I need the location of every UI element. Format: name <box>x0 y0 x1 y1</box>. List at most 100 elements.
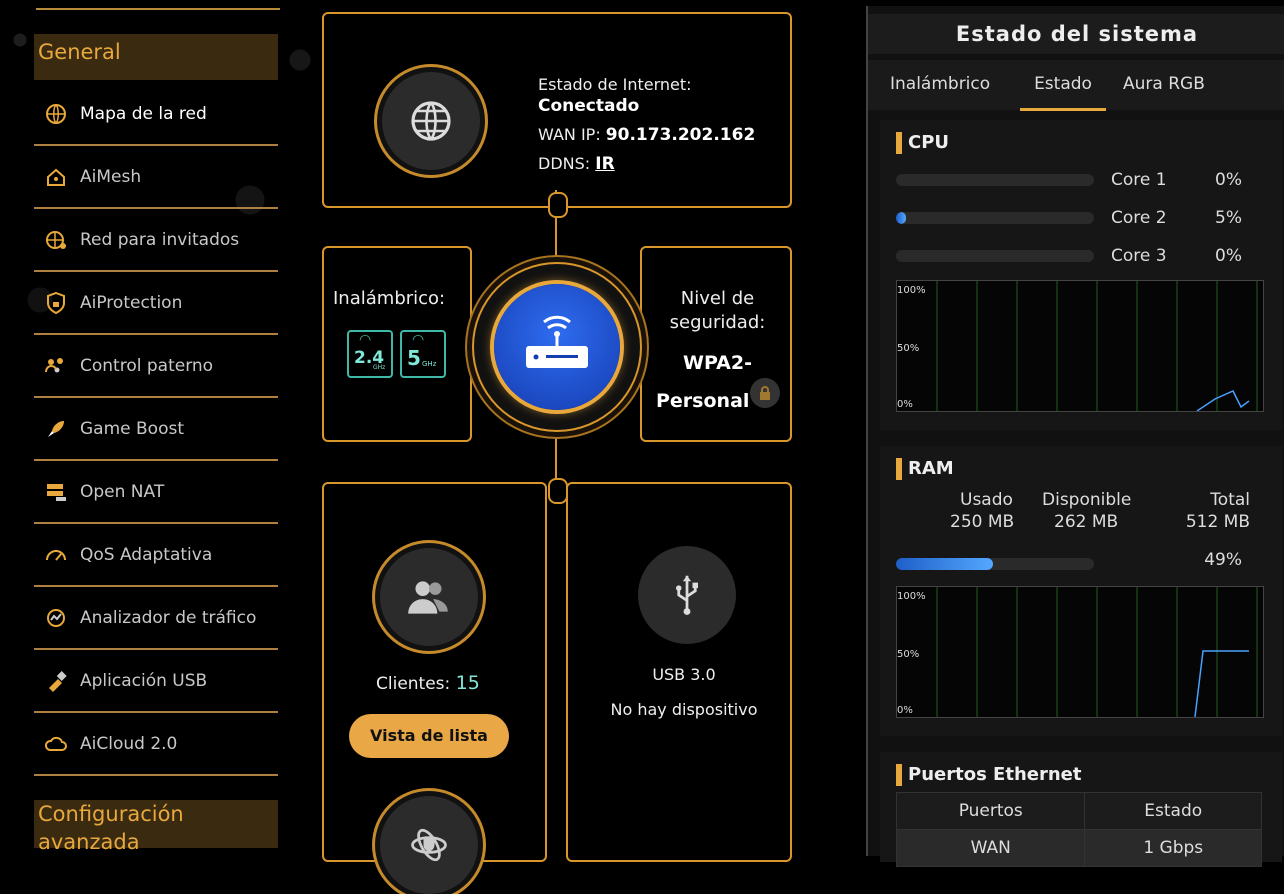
wifi-5g-unit: GHz <box>422 360 437 368</box>
tab-wireless[interactable]: Inalámbrico <box>890 60 990 108</box>
wifi-2g-button[interactable]: ◠ 2.4 GHz <box>347 330 393 378</box>
sidebar-header-advanced: Configuración avanzada <box>34 800 278 854</box>
ports-header-row: Puertos Estado <box>895 792 1262 830</box>
sidebar-item-label: Open NAT <box>80 482 165 502</box>
connector-node-top <box>548 192 568 218</box>
clients-button[interactable] <box>380 548 478 646</box>
core1-value: 0% <box>1215 170 1242 190</box>
internet-status-label: Estado de Internet: <box>538 75 692 94</box>
wireless-panel <box>322 246 472 442</box>
sidebar-item-traffic-analyzer[interactable]: Analizador de tráfico <box>34 588 278 650</box>
ram-total-label: Total <box>1210 490 1250 510</box>
network-map-icon <box>42 100 70 128</box>
ram-graph-100: 100% <box>897 591 926 602</box>
ram-graph: 100% 50% 0% <box>896 586 1264 718</box>
usb-button[interactable] <box>638 546 736 644</box>
sidebar-item-label: Game Boost <box>80 419 185 439</box>
status-header: Estado <box>1084 792 1262 830</box>
open-nat-icon <box>42 478 70 506</box>
table-row: WAN 1 Gbps <box>895 829 1262 867</box>
cpu-graph-0: 0% <box>897 399 913 410</box>
core1-name: Core 1 <box>1111 170 1167 190</box>
usb-icon <box>676 575 698 615</box>
tab-aura-rgb[interactable]: Aura RGB <box>1123 60 1205 108</box>
ddns-link[interactable]: IR <box>595 154 614 174</box>
sidebar: General Mapa de la red AiMesh Red para i… <box>0 0 300 856</box>
wan-ip-label: WAN IP: <box>538 125 601 144</box>
sidebar-item-aicloud[interactable]: AiCloud 2.0 <box>34 714 278 776</box>
wifi-5g-band: 5 <box>407 346 421 370</box>
list-view-button[interactable]: Vista de lista <box>349 714 509 758</box>
aimesh-icon <box>42 163 70 191</box>
core2-fill <box>896 212 906 224</box>
ram-graph-0: 0% <box>897 705 913 716</box>
security-panel <box>640 246 792 442</box>
internet-status-value: Conectado <box>538 96 640 116</box>
cpu-graph-100: 100% <box>897 285 926 296</box>
core1-bar <box>896 174 1094 186</box>
sidebar-item-aiprotection[interactable]: AiProtection <box>34 273 278 335</box>
wifi-5g-button[interactable]: ◠ 5 GHz <box>400 330 446 378</box>
sidebar-item-label: Red para invitados <box>80 230 240 250</box>
sidebar-item-parental-control[interactable]: Control paterno <box>34 336 278 398</box>
wan-ip-row: WAN IP: 90.173.202.162 <box>538 125 755 145</box>
ddns-row: DDNS: IR <box>538 154 615 174</box>
sidebar-item-adaptive-qos[interactable]: QoS Adaptativa <box>34 525 278 587</box>
sidebar-item-aimesh[interactable]: AiMesh <box>34 147 278 209</box>
sidebar-item-label: AiCloud 2.0 <box>80 734 178 754</box>
wifi-2g-unit: GHz <box>373 364 386 371</box>
gauge-icon <box>42 541 70 569</box>
security-label-1: Nivel de <box>680 288 755 309</box>
clients-row: Clientes: 15 <box>376 672 480 694</box>
sidebar-item-open-nat[interactable]: Open NAT <box>34 462 278 524</box>
ddns-label: DDNS: <box>538 154 591 173</box>
wifi-signal-icon: ◠ <box>359 332 372 348</box>
ram-bar <box>896 558 1094 570</box>
clients-count: 15 <box>455 672 480 694</box>
ram-total-value: 512 MB <box>1185 512 1250 532</box>
globe-button[interactable] <box>382 72 480 170</box>
sidebar-item-label: Analizador de tráfico <box>80 608 257 628</box>
sidebar-item-network-map[interactable]: Mapa de la red <box>34 84 278 146</box>
sidebar-item-guest-network[interactable]: Red para invitados <box>34 210 278 272</box>
guest-network-icon <box>42 226 70 254</box>
parental-control-icon <box>42 352 70 380</box>
cloud-icon <box>42 730 70 758</box>
aiprotection-circle-button[interactable] <box>380 796 478 894</box>
usb-app-icon <box>42 667 70 695</box>
cpu-graph: 100% 50% 0% <box>896 280 1264 412</box>
usb-type: USB 3.0 <box>652 665 716 684</box>
core3-value: 0% <box>1215 246 1242 266</box>
rocket-icon <box>42 415 70 443</box>
security-label-2: seguridad: <box>669 312 766 333</box>
core3-name: Core 3 <box>1111 246 1167 266</box>
sidebar-item-label: Aplicación USB <box>80 671 208 691</box>
clients-label: Clientes: <box>376 674 451 694</box>
atom-shield-icon <box>411 828 447 862</box>
ram-used-label: Usado <box>960 490 1013 510</box>
ram-percent: 49% <box>1204 550 1242 570</box>
sidebar-item-label: AiMesh <box>80 167 142 187</box>
cpu-title: CPU <box>908 132 950 153</box>
ethernet-title: Puertos Ethernet <box>908 764 1082 785</box>
router-icon <box>526 315 588 368</box>
security-value-2: Personal <box>656 390 750 412</box>
sidebar-item-label: QoS Adaptativa <box>80 545 213 565</box>
sidebar-header-general: General <box>34 34 278 80</box>
sidebar-item-usb-application[interactable]: Aplicación USB <box>34 651 278 713</box>
core2-name: Core 2 <box>1111 208 1167 228</box>
cpu-accent-bar <box>896 132 902 154</box>
globe-icon <box>411 101 451 141</box>
port-status: 1 Gbps <box>1084 829 1262 867</box>
ram-accent-bar <box>896 458 902 480</box>
core2-value: 5% <box>1215 208 1242 228</box>
sidebar-item-game-boost[interactable]: Game Boost <box>34 399 278 461</box>
router-button[interactable] <box>494 284 620 410</box>
ram-free-label: Disponible <box>1042 490 1132 510</box>
wireless-label: Inalámbrico: <box>333 288 446 309</box>
connector-node-bottom <box>548 478 568 504</box>
wan-ip-value: 90.173.202.162 <box>605 125 756 145</box>
usb-status: No hay dispositivo <box>610 700 758 719</box>
lock-icon <box>750 378 780 408</box>
tab-status[interactable]: Estado <box>1020 60 1106 111</box>
